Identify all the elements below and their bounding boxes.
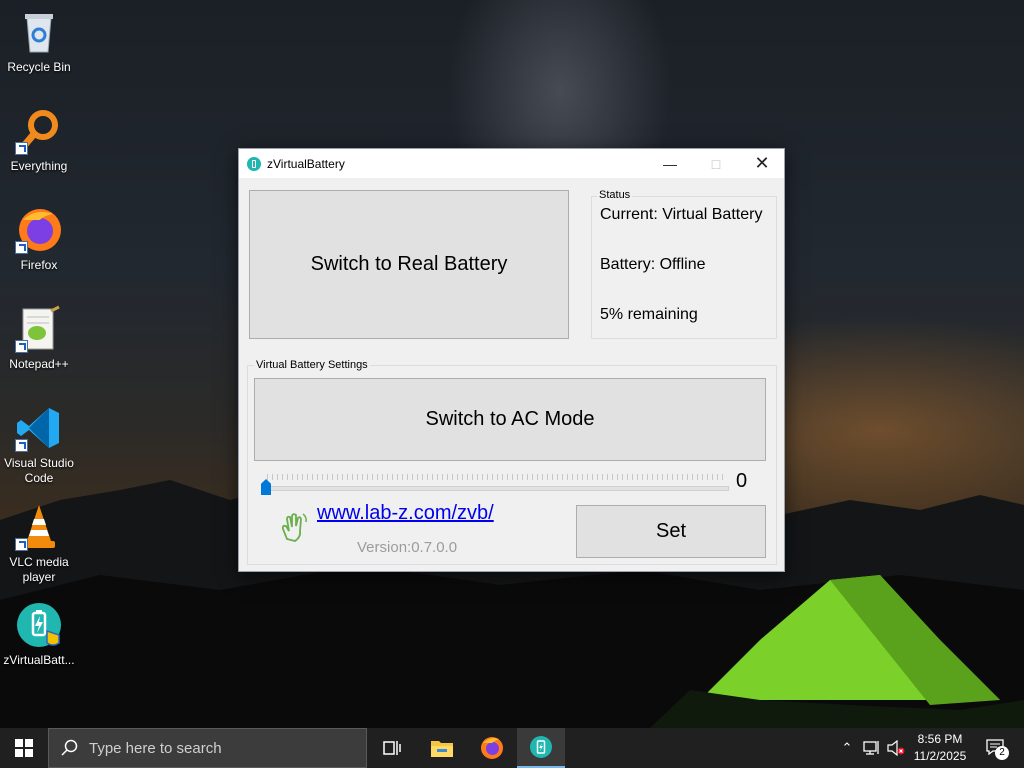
desktop-icon-notepad-plus-plus[interactable]: Notepad++ (0, 305, 78, 372)
taskbar-zvirtualbattery[interactable] (517, 728, 565, 768)
network-button[interactable] (861, 728, 883, 768)
shortcut-arrow-icon (15, 241, 28, 254)
set-button[interactable]: Set (576, 505, 766, 558)
set-label: Set (655, 520, 687, 542)
website-link[interactable]: www.lab-z.com/zvb/ (317, 502, 494, 525)
taskbar: Type here to search ⌃ 8:56 PM 11/2/2025 … (0, 728, 1024, 768)
zvirtualbattery-icon (15, 601, 63, 649)
close-button[interactable]: ✕ (739, 149, 785, 178)
taskbar-firefox[interactable] (468, 728, 516, 768)
desktop-icon-zvirtualbattery[interactable]: zVirtualBatt... (0, 601, 78, 668)
status-battery: Battery: Offline (600, 256, 706, 273)
task-view-button[interactable] (368, 728, 416, 768)
window-title: zVirtualBattery (267, 156, 345, 171)
switch-ac-mode-label: Switch to AC Mode (425, 408, 595, 430)
status-group-label: Status (597, 189, 633, 201)
shortcut-arrow-icon (15, 142, 28, 155)
volume-button[interactable] (885, 728, 907, 768)
show-hidden-icons-button[interactable]: ⌃ (838, 728, 856, 768)
vlc-icon (15, 503, 63, 551)
desktop-icon-vlc[interactable]: VLC media player (0, 503, 78, 585)
firefox-icon (15, 206, 63, 254)
maximize-icon: □ (711, 155, 721, 172)
desktop-icon-label: Firefox (20, 258, 58, 272)
recycle-bin-icon (15, 8, 63, 56)
slider-ticks (267, 474, 723, 480)
zvirtualbattery-window: zVirtualBattery — □ ✕ Switch to Real Bat… (238, 148, 785, 572)
firefox-icon (481, 737, 503, 759)
window-titlebar[interactable]: zVirtualBattery — □ ✕ (239, 149, 784, 178)
search-placeholder: Type here to search (89, 739, 222, 757)
minimize-button[interactable]: — (647, 149, 693, 178)
shortcut-arrow-icon (15, 439, 28, 452)
switch-battery-label: Switch to Real Battery (310, 253, 508, 275)
switch-battery-button[interactable]: Switch to Real Battery (249, 190, 569, 339)
desktop-icon-label: Everything (10, 159, 68, 173)
file-explorer-icon (431, 741, 453, 757)
taskbar-search-box[interactable]: Type here to search (48, 728, 367, 768)
vscode-icon (15, 404, 63, 452)
search-icon (61, 739, 78, 756)
desktop-icon-firefox[interactable]: Firefox (0, 206, 78, 273)
status-current: Current: Virtual Battery (600, 206, 763, 223)
notification-count-badge: 2 (995, 745, 1009, 760)
taskbar-clock[interactable]: 8:56 PM 11/2/2025 (905, 731, 975, 765)
desktop-icon-recycle-bin[interactable]: Recycle Bin (0, 8, 78, 75)
task-view-icon (383, 741, 401, 755)
settings-group-label: Virtual Battery Settings (254, 359, 370, 371)
desktop-icon-label: zVirtualBatt... (3, 653, 75, 667)
shortcut-arrow-icon (15, 340, 28, 353)
network-icon (863, 741, 879, 755)
taskbar-file-explorer[interactable] (418, 728, 466, 768)
zvirtualbattery-icon (530, 736, 552, 758)
action-center-button[interactable]: 2 (981, 728, 1009, 768)
battery-level-slider[interactable] (267, 486, 729, 491)
slider-value: 0 (736, 470, 748, 492)
maximize-button: □ (693, 149, 739, 178)
chevron-up-icon: ⌃ (841, 740, 853, 755)
status-remaining: 5% remaining (600, 306, 698, 323)
close-icon: ✕ (754, 153, 770, 173)
windows-logo-icon (15, 739, 33, 757)
everything-search-icon (15, 107, 63, 155)
clock-time: 8:56 PM (917, 732, 963, 746)
app-icon (247, 156, 261, 171)
clock-date: 11/2/2025 (913, 749, 967, 763)
desktop-icon-everything[interactable]: Everything (0, 107, 78, 174)
notification-icon: 2 (985, 738, 1009, 760)
wave-hand-icon (279, 511, 309, 548)
version-label: Version:0.7.0.0 (357, 539, 458, 556)
switch-ac-mode-button[interactable]: Switch to AC Mode (254, 378, 766, 461)
desktop-icon-label: Notepad++ (9, 357, 69, 371)
desktop-icon-label: VLC media player (9, 555, 69, 584)
start-button[interactable] (0, 728, 48, 768)
desktop-icon-label: Recycle Bin (7, 60, 71, 74)
desktop-icon-vscode[interactable]: Visual Studio Code (0, 404, 78, 486)
volume-muted-icon (887, 740, 905, 756)
desktop-icon-label: Visual Studio Code (4, 456, 74, 485)
notepad-plus-plus-icon (15, 305, 63, 353)
shortcut-arrow-icon (15, 538, 28, 551)
minimize-icon: — (663, 155, 677, 172)
